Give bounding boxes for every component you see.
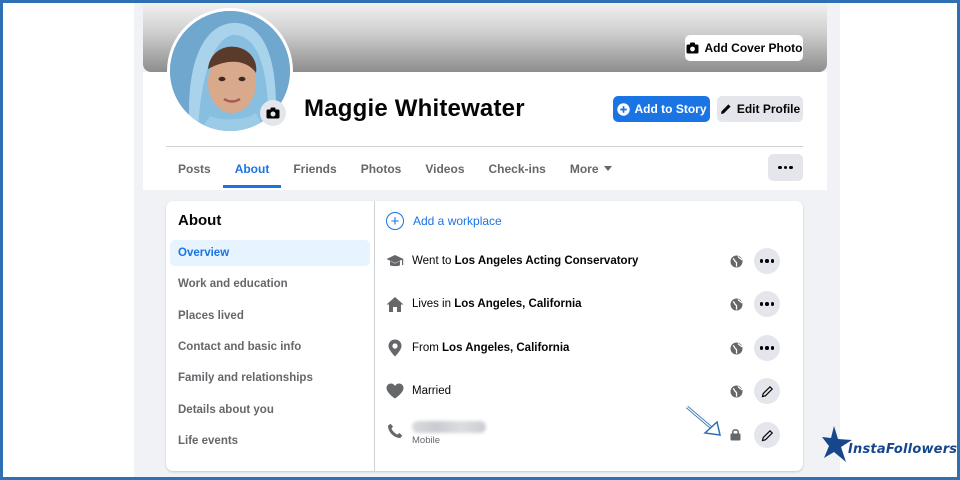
profile-name: Maggie Whitewater [304, 95, 525, 122]
add-workplace-link[interactable]: + Add a workplace [386, 211, 502, 231]
info-value-link[interactable]: Los Angeles, California [454, 298, 581, 310]
phone-type-label: Mobile [412, 435, 440, 446]
sidebar-item-label: Family and relationships [178, 372, 313, 384]
more-options-button[interactable] [754, 291, 780, 317]
sidebar-item-contact-info[interactable]: Contact and basic info [170, 334, 370, 360]
tab-check-ins[interactable]: Check-ins [477, 150, 558, 188]
tab-label: More [569, 162, 599, 176]
location-pin-icon [386, 339, 404, 357]
sidebar-item-label: Details about you [178, 404, 274, 416]
info-row-current-city: Lives in Los Angeles, California [386, 291, 781, 317]
more-dots-icon [759, 259, 775, 263]
sidebar-item-life-events[interactable]: Life events [170, 428, 370, 454]
camera-icon [266, 107, 280, 119]
annotation-arrow-icon [686, 405, 721, 436]
sidebar-item-label: Places lived [178, 310, 244, 322]
update-profile-picture-button[interactable] [260, 100, 286, 126]
info-row-text: Married [412, 385, 451, 397]
info-prefix: Went to [412, 255, 455, 267]
pencil-outline-icon [761, 385, 773, 397]
about-divider [374, 201, 375, 471]
globe-icon[interactable] [730, 342, 743, 355]
info-value-link[interactable]: Los Angeles, California [442, 342, 569, 354]
profile-tabs: Posts About Friends Photos Videos Check-… [166, 150, 624, 188]
lock-icon[interactable] [730, 428, 741, 441]
sidebar-item-work-education[interactable]: Work and education [170, 271, 370, 297]
globe-icon[interactable] [730, 255, 743, 268]
tab-more[interactable]: More [558, 150, 624, 188]
profile-options-button[interactable] [768, 154, 803, 181]
graduation-cap-icon [386, 252, 404, 270]
sidebar-item-label: Work and education [178, 278, 288, 290]
edit-phone-button[interactable] [754, 422, 780, 448]
add-cover-photo-label: Add Cover Photo [704, 41, 803, 55]
tab-label: Photos [360, 162, 402, 176]
more-options-button[interactable] [754, 248, 780, 274]
caret-down-icon [603, 166, 612, 171]
pencil-icon [720, 104, 731, 114]
tab-label: About [234, 162, 270, 176]
watermark-logo-text: InstaFollowers [848, 442, 958, 457]
camera-icon [686, 42, 698, 54]
edit-relationship-button[interactable] [754, 378, 780, 404]
tab-photos[interactable]: Photos [349, 150, 414, 188]
info-row-education: Went to Los Angeles Acting Conservatory [386, 248, 781, 274]
sidebar-item-overview[interactable]: Overview [170, 240, 370, 266]
info-value-link[interactable]: Los Angeles Acting Conservatory [455, 255, 639, 267]
tab-label: Videos [425, 162, 465, 176]
info-row-text: Lives in Los Angeles, California [412, 298, 781, 310]
tab-about[interactable]: About [222, 150, 282, 188]
sidebar-item-family-relationships[interactable]: Family and relationships [170, 365, 370, 391]
sidebar-item-details-about-you[interactable]: Details about you [170, 397, 370, 423]
tab-label: Friends [293, 162, 337, 176]
instafollowers-logo-icon [822, 426, 852, 462]
more-options-button[interactable] [754, 335, 780, 361]
add-to-story-label: Add to Story [634, 102, 707, 116]
header-divider [166, 146, 803, 147]
info-prefix: From [412, 342, 443, 354]
edit-profile-label: Edit Profile [736, 102, 801, 116]
phone-number-redacted [412, 421, 486, 433]
add-to-story-button[interactable]: Add to Story [613, 96, 710, 122]
home-icon [386, 295, 404, 313]
sidebar-item-label: Contact and basic info [178, 341, 302, 353]
tab-videos[interactable]: Videos [413, 150, 476, 188]
info-row-text: From Los Angeles, California [412, 342, 781, 354]
globe-icon[interactable] [730, 298, 743, 311]
sidebar-item-label: Overview [178, 247, 230, 259]
globe-icon[interactable] [730, 385, 743, 398]
more-dots-icon [778, 165, 793, 170]
plus-circle-icon [616, 102, 630, 116]
tab-friends[interactable]: Friends [281, 150, 348, 188]
heart-icon [386, 382, 404, 400]
tab-label: Check-ins [488, 162, 546, 176]
sidebar-item-places-lived[interactable]: Places lived [170, 303, 370, 329]
tab-posts[interactable]: Posts [166, 150, 223, 188]
info-prefix: Lives in [412, 298, 455, 310]
info-row-text: Went to Los Angeles Acting Conservatory [412, 255, 781, 267]
add-cover-photo-button[interactable]: Add Cover Photo [685, 35, 803, 61]
more-dots-icon [759, 302, 775, 306]
info-row-hometown: From Los Angeles, California [386, 335, 781, 361]
phone-icon [386, 422, 404, 440]
tab-label: Posts [178, 162, 211, 176]
add-workplace-label: Add a workplace [413, 214, 502, 228]
plus-circle-icon: + [386, 212, 404, 230]
about-title: About [178, 212, 222, 229]
info-row-relationship: Married [386, 378, 781, 404]
more-dots-icon [759, 346, 775, 350]
sidebar-item-label: Life events [178, 435, 239, 447]
pencil-outline-icon [761, 429, 773, 441]
edit-profile-button[interactable]: Edit Profile [717, 96, 803, 122]
